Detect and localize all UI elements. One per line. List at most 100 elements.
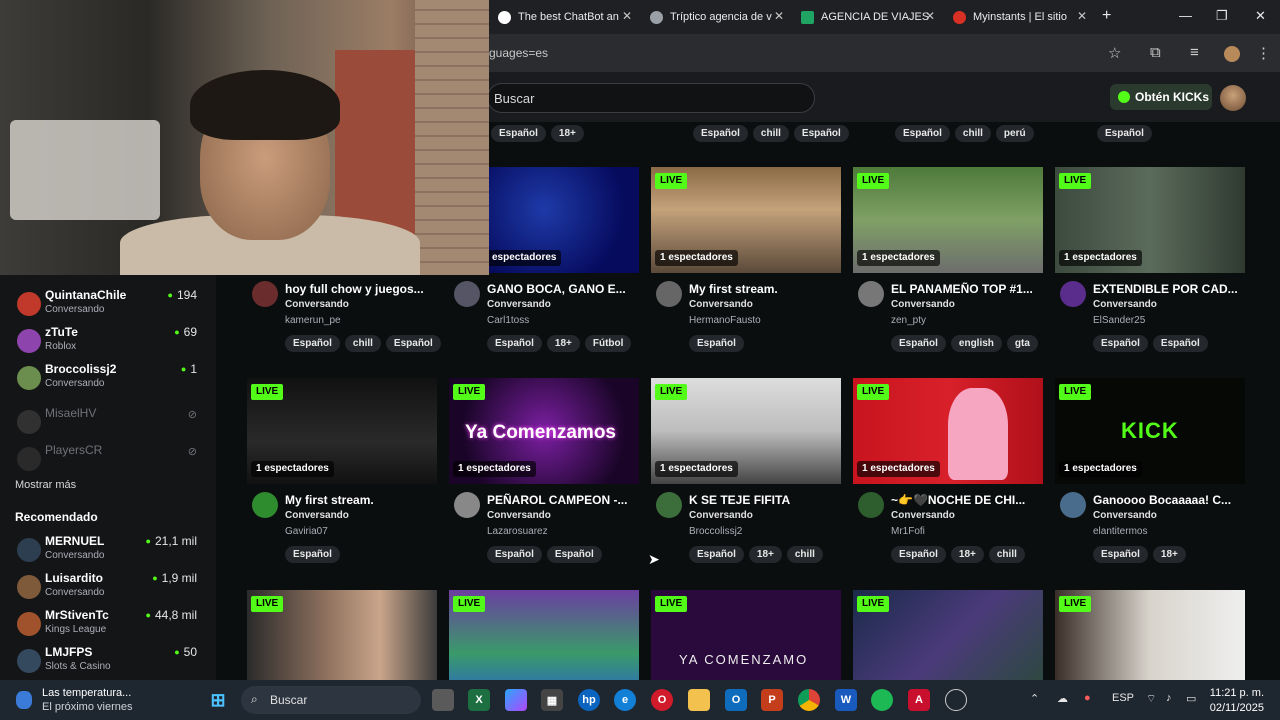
channel-avatar[interactable] [858, 492, 884, 518]
tag[interactable]: Español [285, 546, 340, 563]
excel-icon[interactable]: X [468, 689, 490, 711]
tag[interactable]: chill [786, 546, 823, 563]
stream-category[interactable]: Conversando [285, 510, 349, 521]
channel-name[interactable]: HermanoFausto [689, 315, 761, 326]
tag[interactable]: Español [689, 335, 744, 352]
tag[interactable]: Español [1152, 335, 1208, 352]
tag[interactable]: 18+ [950, 546, 984, 563]
channel-avatar[interactable] [252, 492, 278, 518]
word-icon[interactable]: W [835, 689, 857, 711]
stream-thumbnail[interactable]: LIVE 1 espectadores [853, 378, 1043, 484]
channel-avatar[interactable] [454, 281, 480, 307]
sidebar-channel-mrstiventc[interactable]: MrStivenTc Kings League 44,8 mil [15, 608, 205, 642]
tab-triptico[interactable]: Tríptico agencia de v ✕ [650, 6, 784, 28]
stream-title[interactable]: My first stream. [689, 282, 778, 296]
tag[interactable]: english [950, 335, 1002, 352]
sidebar-channel-broccolissj2[interactable]: Broccolissj2 Conversando 1 [15, 362, 205, 396]
stream-thumbnail[interactable]: LIVE KICK 1 espectadores [1055, 378, 1245, 484]
tag[interactable]: Español [385, 335, 441, 352]
stream-title[interactable]: EXTENDIBLE POR CAD... [1093, 282, 1238, 296]
stream-thumbnail[interactable]: LIVE YA COMENZAMO [651, 590, 841, 680]
stream-card[interactable]: LIVE [1055, 590, 1245, 680]
channel-avatar[interactable] [858, 281, 884, 307]
tag[interactable]: chill [752, 125, 789, 142]
sidebar-channel-mernuel[interactable]: MERNUEL Conversando 21,1 mil [15, 534, 205, 568]
tag[interactable]: Español [487, 335, 542, 352]
tag[interactable]: Español [891, 335, 946, 352]
media-icon[interactable]: ≡ [1190, 44, 1199, 61]
stream-title[interactable]: My first stream. [285, 493, 374, 507]
menu-icon[interactable]: ⋮ [1256, 44, 1271, 62]
tag[interactable]: chill [988, 546, 1025, 563]
sidebar-channel-ztute[interactable]: zTuTe Roblox 69 [15, 325, 205, 359]
stream-thumbnail[interactable]: LIVE 1 espectadores [247, 378, 437, 484]
stream-title[interactable]: ~👉🖤NOCHE DE CHI... [891, 493, 1025, 507]
tag[interactable]: 18+ [1152, 546, 1186, 563]
url-field[interactable]: guages=es [489, 46, 548, 60]
stream-category[interactable]: Conversando [487, 510, 551, 521]
tag[interactable]: Español [285, 335, 340, 352]
stream-card[interactable]: LIVE 1 espectadores My first stream. Con… [651, 167, 841, 377]
show-more-link[interactable]: Mostrar más [15, 479, 76, 491]
stream-card[interactable]: LIVE KICK 1 espectadores Ganoooo Bocaaaa… [1055, 378, 1245, 588]
stream-category[interactable]: Conversando [891, 510, 955, 521]
tag[interactable]: 18+ [748, 546, 782, 563]
profile-icon[interactable] [1224, 46, 1240, 62]
tag[interactable]: chill [344, 335, 381, 352]
channel-avatar[interactable] [454, 492, 480, 518]
stream-card[interactable]: LIVE [247, 590, 437, 680]
tag[interactable]: perú [995, 125, 1034, 142]
stream-title[interactable]: GANO BOCA, GANO E... [487, 282, 626, 296]
channel-name[interactable]: Lazarosuarez [487, 526, 548, 537]
stream-card[interactable]: LIVE [853, 590, 1043, 680]
windows-start-icon[interactable]: ⊞ [207, 689, 229, 711]
tag[interactable]: Español [1093, 546, 1148, 563]
stream-category[interactable]: Conversando [689, 299, 753, 310]
tag[interactable]: Español [693, 125, 748, 142]
close-window-button[interactable]: ✕ [1255, 8, 1266, 24]
stream-thumbnail[interactable]: LIVE [247, 590, 437, 680]
file-explorer-icon[interactable] [688, 689, 710, 711]
hp-icon[interactable]: hp [578, 689, 600, 711]
edge-icon[interactable]: e [614, 689, 636, 711]
tag[interactable]: chill [954, 125, 991, 142]
tag[interactable]: 18+ [550, 125, 584, 142]
minimize-button[interactable]: — [1179, 8, 1192, 23]
stream-category[interactable]: Conversando [1093, 299, 1157, 310]
channel-name[interactable]: zen_pty [891, 315, 926, 326]
opera-icon[interactable]: O [651, 689, 673, 711]
stream-card[interactable]: LIVE 1 espectadores EXTENDIBLE POR CAD..… [1055, 167, 1245, 377]
channel-avatar[interactable] [1060, 492, 1086, 518]
taskbar-search[interactable]: ⌕ Buscar [241, 686, 421, 714]
tag[interactable]: Español [1097, 125, 1152, 142]
stream-title[interactable]: Ganoooo Bocaaaaa! C... [1093, 493, 1231, 507]
channel-name[interactable]: kamerun_pe [285, 315, 341, 326]
stream-thumbnail[interactable]: LIVE 1 espectadores [1055, 167, 1245, 273]
volume-icon[interactable]: ♪ [1166, 692, 1172, 704]
tag[interactable]: gta [1006, 335, 1038, 352]
stream-thumbnail[interactable]: LIVE 1 espectadores [651, 167, 841, 273]
stream-category[interactable]: Conversando [487, 299, 551, 310]
stream-card[interactable]: LIVE Ya Comenzamos 1 espectadores PEÑARO… [449, 378, 639, 588]
channel-name[interactable]: Gaviria07 [285, 526, 328, 537]
stream-thumbnail[interactable]: LIVE [853, 590, 1043, 680]
channel-avatar[interactable] [656, 281, 682, 307]
channel-name[interactable]: Broccolissj2 [689, 526, 742, 537]
channel-name[interactable]: elantitermos [1093, 526, 1147, 537]
stream-category[interactable]: Conversando [285, 299, 349, 310]
clock[interactable]: 11:21 p. m. 02/11/2025 [1210, 686, 1264, 716]
tag[interactable]: Español [487, 546, 542, 563]
stream-thumbnail[interactable]: LIVE 1 espectadores [853, 167, 1043, 273]
sidebar-channel-luisardito[interactable]: Luisardito Conversando 1,9 mil [15, 571, 205, 605]
close-icon[interactable]: ✕ [925, 9, 935, 23]
sidebar-channel-quintanachile[interactable]: QuintanaChile Conversando 194 [15, 288, 205, 322]
tab-myinstants[interactable]: Myinstants | El sitio ✕ [953, 6, 1087, 28]
stream-card[interactable]: LIVE 1 espectadores K SE TEJE FIFITA Con… [651, 378, 841, 588]
battery-icon[interactable]: ▭ [1186, 692, 1196, 705]
tag[interactable]: Español [546, 546, 602, 563]
chevron-up-icon[interactable]: ⌃ [1030, 692, 1039, 705]
channel-name[interactable]: ElSander25 [1093, 315, 1145, 326]
stream-thumbnail[interactable]: LIVE 1 espectadores [651, 378, 841, 484]
stream-card[interactable]: LIVE 1 espectadores ~👉🖤NOCHE DE CHI... C… [853, 378, 1043, 588]
tab-chatbot[interactable]: The best ChatBot an ✕ [498, 6, 632, 28]
